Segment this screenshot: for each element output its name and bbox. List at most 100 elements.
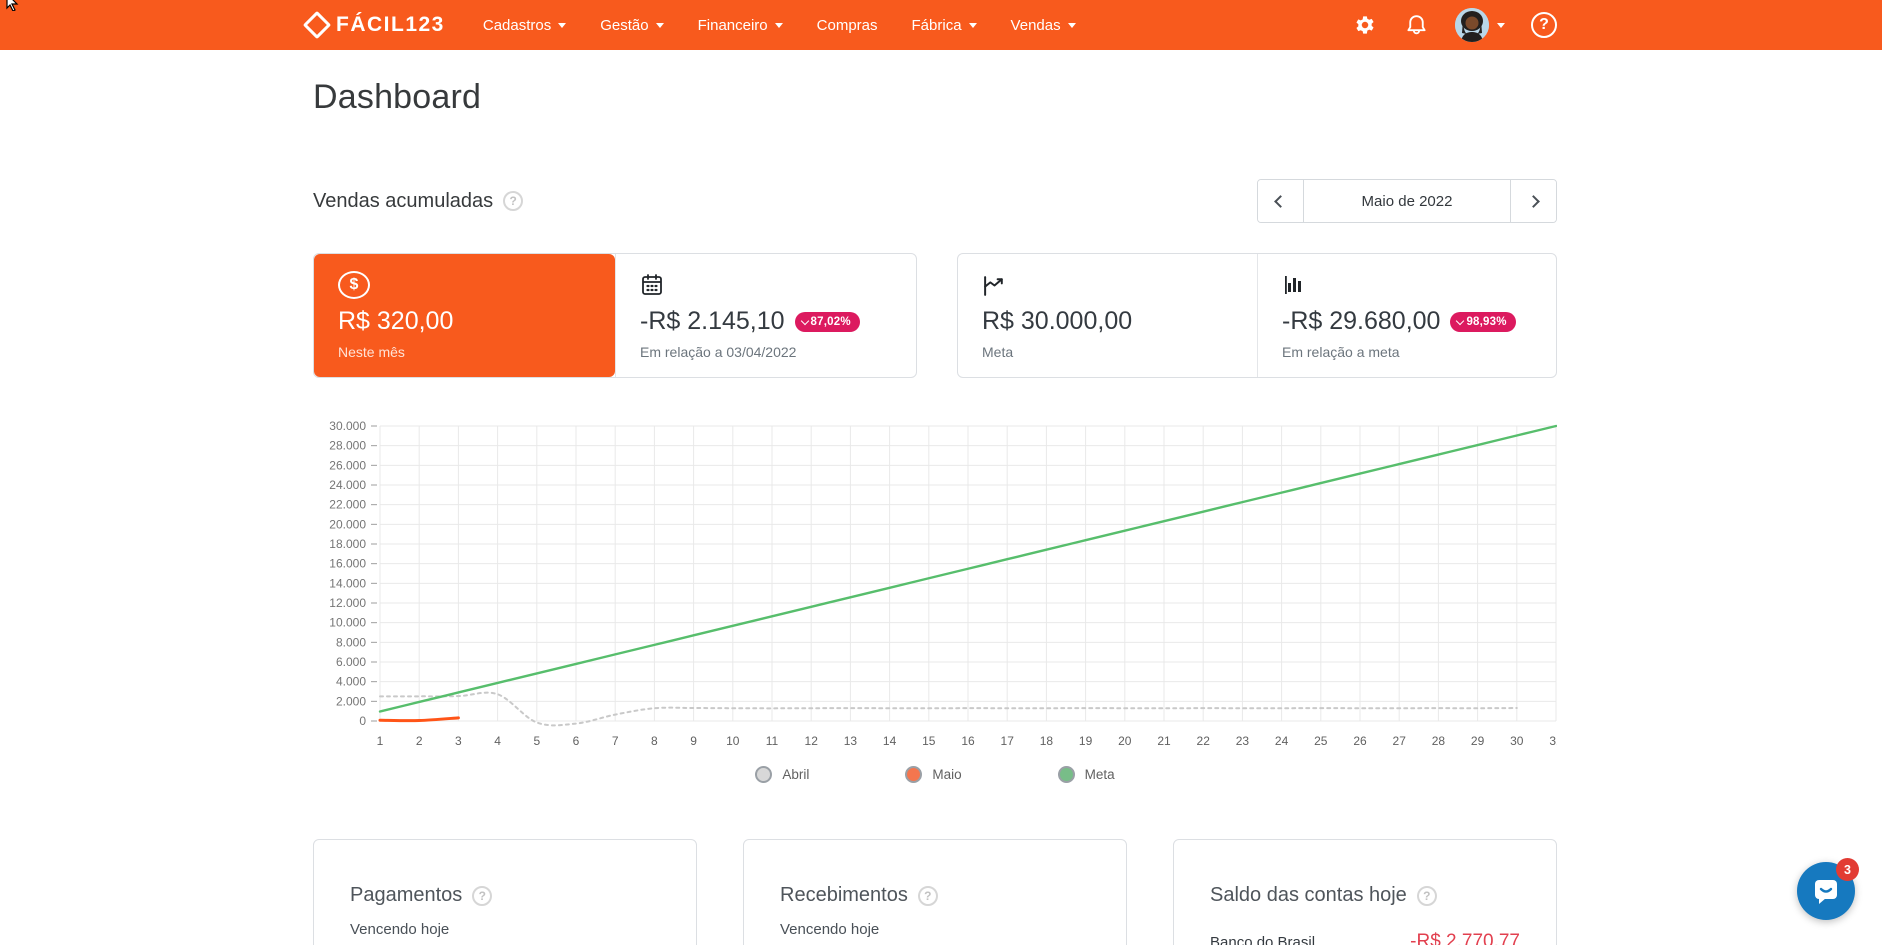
- menu-financeiro[interactable]: Financeiro: [698, 17, 783, 34]
- sales-chart: 0 2.000 4.000 6.000 8.000 10.000 12.000 14.000 1…: [313, 418, 1563, 783]
- legend-label: Abril: [782, 767, 810, 782]
- prev-month-button[interactable]: [1258, 180, 1303, 222]
- panel-saldo-contas: Saldo das contas hoje Banco do Brasil -R…: [1173, 839, 1557, 945]
- panel-recebimentos: Recebimentos Vencendo hoje R$ 0,00: [743, 839, 1127, 945]
- menu-cadastros[interactable]: Cadastros: [482, 16, 567, 34]
- stat-value: -R$ 29.680,00: [1282, 307, 1441, 335]
- svg-text:25: 25: [1314, 734, 1328, 748]
- svg-text:26.000: 26.000: [329, 458, 366, 472]
- svg-text:10: 10: [726, 734, 740, 748]
- sales-section-title: Vendas acumuladas: [313, 190, 524, 213]
- svg-text:20: 20: [1118, 734, 1132, 748]
- avatar: [1455, 8, 1489, 42]
- logo-diamond-icon: [302, 10, 332, 40]
- panel-title: Recebimentos: [780, 884, 908, 906]
- svg-text:12.000: 12.000: [329, 596, 366, 610]
- stat-value: R$ 30.000,00: [982, 307, 1133, 335]
- stat-card-current-month: R$ 320,00 Neste mês: [314, 254, 615, 377]
- chevron-down-icon: [655, 22, 664, 28]
- main-menu: Cadastros Gestão Financeiro Compras Fábr…: [483, 17, 1076, 34]
- menu-fabrica[interactable]: Fábrica: [912, 17, 977, 34]
- menu-vendas[interactable]: Vendas: [1011, 17, 1076, 34]
- svg-text:28: 28: [1432, 734, 1446, 748]
- account-row: Banco do Brasil -R$ 2.770,77: [1210, 931, 1520, 945]
- chevron-down-icon: [774, 22, 783, 28]
- panel-pagamentos: Pagamentos Vencendo hoje R$ 0,00: [313, 839, 697, 945]
- help-tooltip-icon[interactable]: [1416, 885, 1437, 906]
- chat-button[interactable]: 3: [1797, 858, 1859, 920]
- variation-value: 87,02%: [810, 315, 851, 328]
- svg-text:14.000: 14.000: [329, 576, 366, 590]
- bell-icon[interactable]: [1404, 13, 1429, 38]
- panel-title: Pagamentos: [350, 884, 463, 906]
- svg-text:2: 2: [416, 734, 423, 748]
- legend-dot-meta: [1057, 766, 1075, 783]
- svg-text:29: 29: [1471, 734, 1485, 748]
- svg-text:22.000: 22.000: [329, 498, 366, 512]
- legend-item-maio[interactable]: Maio: [905, 766, 962, 783]
- menu-compras-label: Compras: [816, 16, 878, 34]
- svg-text:2.000: 2.000: [336, 694, 366, 708]
- svg-text:24.000: 24.000: [329, 478, 366, 492]
- svg-text:5: 5: [533, 734, 540, 748]
- svg-text:8: 8: [651, 734, 658, 748]
- menu-gestao-label: Gestão: [600, 16, 649, 34]
- svg-text:22: 22: [1197, 734, 1211, 748]
- svg-text:6.000: 6.000: [336, 655, 366, 669]
- legend-label: Meta: [1084, 767, 1115, 782]
- legend-item-meta[interactable]: Meta: [1057, 766, 1115, 783]
- chevron-right-icon: [1527, 194, 1540, 208]
- menu-financeiro-label: Financeiro: [697, 16, 768, 34]
- menu-compras[interactable]: Compras: [817, 17, 878, 34]
- brand-logo[interactable]: FÁCIL123: [302, 10, 445, 40]
- menu-fabrica-label: Fábrica: [911, 16, 962, 34]
- stats-row: R$ 320,00 Neste mês -R$ 2.145,10: [313, 253, 1557, 378]
- chart-legend: Abril Maio Meta: [313, 766, 1557, 783]
- help-tooltip-icon[interactable]: [472, 885, 493, 906]
- svg-text:13: 13: [844, 734, 858, 748]
- period-label[interactable]: Maio de 2022: [1303, 180, 1511, 222]
- stats-group-goal: R$ 30.000,00 Meta -R$ 29.680,00 98,93% E…: [957, 253, 1557, 378]
- user-menu[interactable]: [1455, 8, 1505, 42]
- bottom-panels: Pagamentos Vencendo hoje R$ 0,00 Recebim…: [313, 839, 1557, 945]
- help-tooltip-icon[interactable]: [503, 191, 524, 211]
- legend-dot-maio: [905, 766, 923, 783]
- svg-text:18: 18: [1040, 734, 1054, 748]
- svg-text:16: 16: [961, 734, 975, 748]
- chat-unread-badge: 3: [1836, 858, 1859, 881]
- page-title: Dashboard: [313, 78, 482, 116]
- chevron-down-icon: [800, 316, 809, 325]
- svg-text:17: 17: [1001, 734, 1015, 748]
- line-chart-canvas: 0 2.000 4.000 6.000 8.000 10.000 12.000 14.000 1…: [329, 419, 1563, 748]
- stat-caption: Meta: [982, 344, 1014, 360]
- dollar-icon: [338, 271, 370, 299]
- svg-text:7: 7: [612, 734, 619, 748]
- period-navigator: Maio de 2022: [1257, 179, 1557, 223]
- apps-grid-icon[interactable]: [1300, 12, 1326, 38]
- stat-caption: Em relação a 03/04/2022: [640, 344, 797, 360]
- gear-icon[interactable]: [1352, 12, 1378, 38]
- chevron-down-icon: [968, 22, 977, 28]
- help-tooltip-icon[interactable]: [917, 885, 938, 906]
- next-month-button[interactable]: [1511, 180, 1556, 222]
- menu-cadastros-label: Cadastros: [482, 16, 552, 34]
- svg-text:15: 15: [922, 734, 936, 748]
- svg-text:21: 21: [1157, 734, 1171, 748]
- svg-text:24: 24: [1275, 734, 1289, 748]
- chevron-left-icon: [1274, 194, 1287, 208]
- menu-gestao[interactable]: Gestão: [600, 16, 664, 34]
- svg-text:10.000: 10.000: [329, 616, 366, 630]
- stat-caption: Neste mês: [338, 344, 405, 360]
- svg-text:30.000: 30.000: [329, 419, 366, 433]
- menu-vendas-label: Vendas: [1010, 16, 1061, 34]
- help-icon[interactable]: [1531, 12, 1557, 38]
- stat-card-vs-goal: -R$ 29.680,00 98,93% Em relação a meta: [1257, 254, 1556, 377]
- legend-item-abril[interactable]: Abril: [755, 766, 809, 783]
- svg-text:23: 23: [1236, 734, 1250, 748]
- svg-text:12: 12: [805, 734, 819, 748]
- svg-text:0: 0: [359, 714, 366, 728]
- dashboard-page: Dashboard Vendas acumuladas Maio de 2022…: [313, 78, 1563, 945]
- svg-text:4: 4: [494, 734, 501, 748]
- chevron-down-icon: [1497, 22, 1505, 28]
- svg-text:8.000: 8.000: [336, 635, 366, 649]
